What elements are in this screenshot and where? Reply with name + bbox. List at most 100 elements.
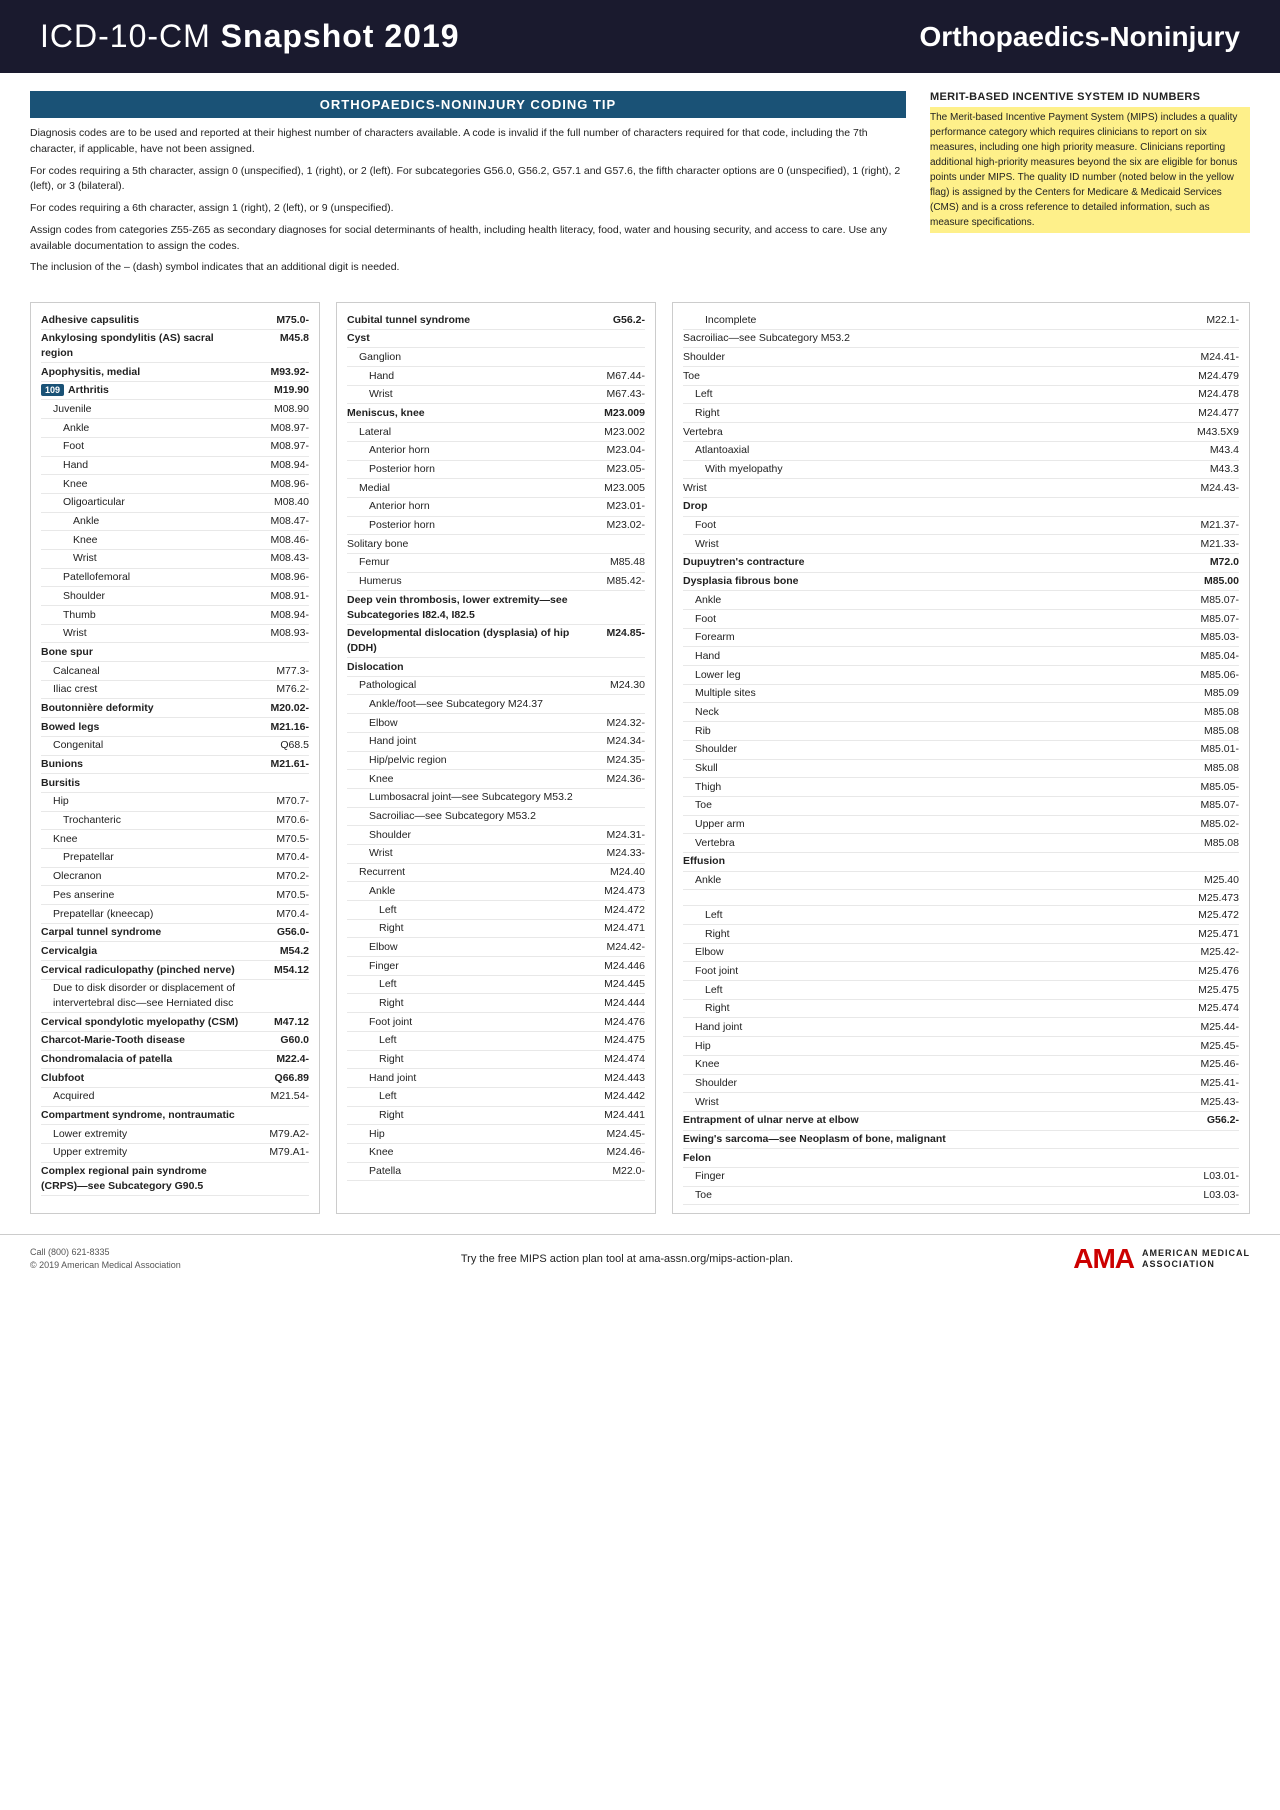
row-label: Rib bbox=[683, 724, 1174, 739]
row-label: Finger bbox=[683, 1169, 1174, 1184]
merit-box: MERIT-BASED INCENTIVE SYSTEM ID NUMBERS … bbox=[930, 91, 1250, 282]
table-row: Hand jointM24.443 bbox=[347, 1069, 645, 1088]
table-row: LeftM24.472 bbox=[347, 901, 645, 920]
ama-text-line1: AMERICAN MEDICAL bbox=[1142, 1248, 1250, 1260]
row-label: Left bbox=[347, 1089, 580, 1104]
row-label: Juvenile bbox=[41, 402, 244, 417]
row-label: Carpal tunnel syndrome bbox=[41, 925, 244, 940]
table-row: Iliac crestM76.2- bbox=[41, 681, 309, 700]
table-row: HandM67.44- bbox=[347, 367, 645, 386]
row-code: M24.471 bbox=[580, 922, 645, 934]
row-label: Toe bbox=[683, 1188, 1174, 1203]
row-label: Knee bbox=[41, 533, 244, 548]
table-row: HipM25.45- bbox=[683, 1037, 1239, 1056]
table-row: LeftM24.442 bbox=[347, 1088, 645, 1107]
coding-tip-para-1: Diagnosis codes are to be used and repor… bbox=[30, 126, 906, 158]
row-label: Right bbox=[683, 1001, 1174, 1016]
table-row: Prepatellar (kneecap)M70.4- bbox=[41, 905, 309, 924]
table-row: Developmental dislocation (dysplasia) of… bbox=[347, 625, 645, 658]
row-label: Shoulder bbox=[683, 350, 1174, 365]
row-code: M24.40 bbox=[580, 866, 645, 878]
table-row: AnkleM08.97- bbox=[41, 419, 309, 438]
table-row: Ankle/foot—see Subcategory M24.37 bbox=[347, 695, 645, 714]
table-row: Drop bbox=[683, 498, 1239, 517]
table-row: PrepatellarM70.4- bbox=[41, 849, 309, 868]
table-row: ShoulderM24.31- bbox=[347, 826, 645, 845]
row-label: Finger bbox=[347, 959, 580, 974]
row-code: M08.40 bbox=[244, 496, 309, 508]
table-row: RightM24.477 bbox=[683, 404, 1239, 423]
table-row: Complex regional pain syndrome (CRPS)—se… bbox=[41, 1163, 309, 1196]
table-row: Upper extremityM79.A1- bbox=[41, 1144, 309, 1163]
row-code: G60.0 bbox=[244, 1034, 309, 1046]
row-label: Cyst bbox=[347, 331, 580, 346]
row-label: Upper extremity bbox=[41, 1145, 244, 1160]
table-row: Hip/pelvic regionM24.35- bbox=[347, 752, 645, 771]
table-row: WristM25.43- bbox=[683, 1093, 1239, 1112]
table-row: TrochantericM70.6- bbox=[41, 812, 309, 831]
row-label: Hip bbox=[347, 1127, 580, 1142]
table-row: Posterior hornM23.05- bbox=[347, 461, 645, 480]
row-code: M24.442 bbox=[580, 1090, 645, 1102]
row-label: Forearm bbox=[683, 630, 1174, 645]
table-row: KneeM08.46- bbox=[41, 531, 309, 550]
row-label: Lumbosacral joint—see Subcategory M53.2 bbox=[347, 790, 580, 805]
row-code: M08.43- bbox=[244, 552, 309, 564]
table-row: WristM21.33- bbox=[683, 535, 1239, 554]
row-label: Calcaneal bbox=[41, 664, 244, 679]
row-label: Ankle bbox=[347, 884, 580, 899]
table-row: With myelopathyM43.3 bbox=[683, 461, 1239, 480]
table-row: Bone spur bbox=[41, 643, 309, 662]
coding-tip: ORTHOPAEDICS-NONINJURY CODING TIP Diagno… bbox=[30, 91, 930, 282]
row-label: Effusion bbox=[683, 854, 1174, 869]
row-label: Hand joint bbox=[347, 1071, 580, 1086]
row-code: M85.02- bbox=[1174, 818, 1239, 830]
row-code: M85.06- bbox=[1174, 669, 1239, 681]
row-label: Knee bbox=[41, 477, 244, 492]
row-code: M19.90 bbox=[244, 384, 309, 396]
mid-column: Cubital tunnel syndromeG56.2-CystGanglio… bbox=[336, 302, 656, 1214]
row-label: Due to disk disorder or displacement of … bbox=[41, 981, 244, 1010]
row-label: Charcot-Marie-Tooth disease bbox=[41, 1033, 244, 1048]
row-code: M24.33- bbox=[580, 847, 645, 859]
row-code: M24.446 bbox=[580, 960, 645, 972]
footer-phone: Call (800) 621-8335 bbox=[30, 1246, 181, 1260]
row-label: Hand bbox=[347, 369, 580, 384]
row-code: M72.0 bbox=[1174, 556, 1239, 568]
row-label: Boutonnière deformity bbox=[41, 701, 244, 716]
row-code: M24.42- bbox=[580, 941, 645, 953]
header-title-bold: Snapshot 2019 bbox=[221, 18, 460, 54]
row-label: Knee bbox=[347, 772, 580, 787]
row-code: M85.03- bbox=[1174, 631, 1239, 643]
row-label: Hip bbox=[41, 794, 244, 809]
table-row: Upper armM85.02- bbox=[683, 816, 1239, 835]
footer-center: Try the free MIPS action plan tool at am… bbox=[461, 1253, 793, 1265]
row-label: Hip bbox=[683, 1039, 1174, 1054]
table-row: BunionsM21.61- bbox=[41, 756, 309, 775]
row-label: Humerus bbox=[347, 574, 580, 589]
row-code: M23.05- bbox=[580, 463, 645, 475]
row-label: Left bbox=[347, 1033, 580, 1048]
row-code: M24.474 bbox=[580, 1053, 645, 1065]
table-row: Posterior hornM23.02- bbox=[347, 517, 645, 536]
table-row: FingerM24.446 bbox=[347, 957, 645, 976]
row-label: 109Arthritis bbox=[41, 383, 244, 398]
table-row: JuvenileM08.90 bbox=[41, 400, 309, 419]
row-label: Foot bbox=[41, 439, 244, 454]
header-title-group: ICD-10-CM Snapshot 2019 bbox=[40, 18, 460, 55]
row-code: M24.45- bbox=[580, 1128, 645, 1140]
header-title: ICD-10-CM Snapshot 2019 bbox=[40, 18, 460, 54]
row-code: M85.07- bbox=[1174, 594, 1239, 606]
left-column: Adhesive capsulitisM75.0-Ankylosing spon… bbox=[30, 302, 320, 1214]
row-code: M25.42- bbox=[1174, 946, 1239, 958]
row-label: Knee bbox=[41, 832, 244, 847]
table-row: VertebraM43.5X9 bbox=[683, 423, 1239, 442]
table-row: Dislocation bbox=[347, 658, 645, 677]
table-row: Ganglion bbox=[347, 348, 645, 367]
row-label: Wrist bbox=[683, 1095, 1174, 1110]
row-code: M24.34- bbox=[580, 735, 645, 747]
table-row: LeftM24.478 bbox=[683, 386, 1239, 405]
table-row: ThighM85.05- bbox=[683, 778, 1239, 797]
table-row: WristM67.43- bbox=[347, 386, 645, 405]
table-row: Felon bbox=[683, 1149, 1239, 1168]
